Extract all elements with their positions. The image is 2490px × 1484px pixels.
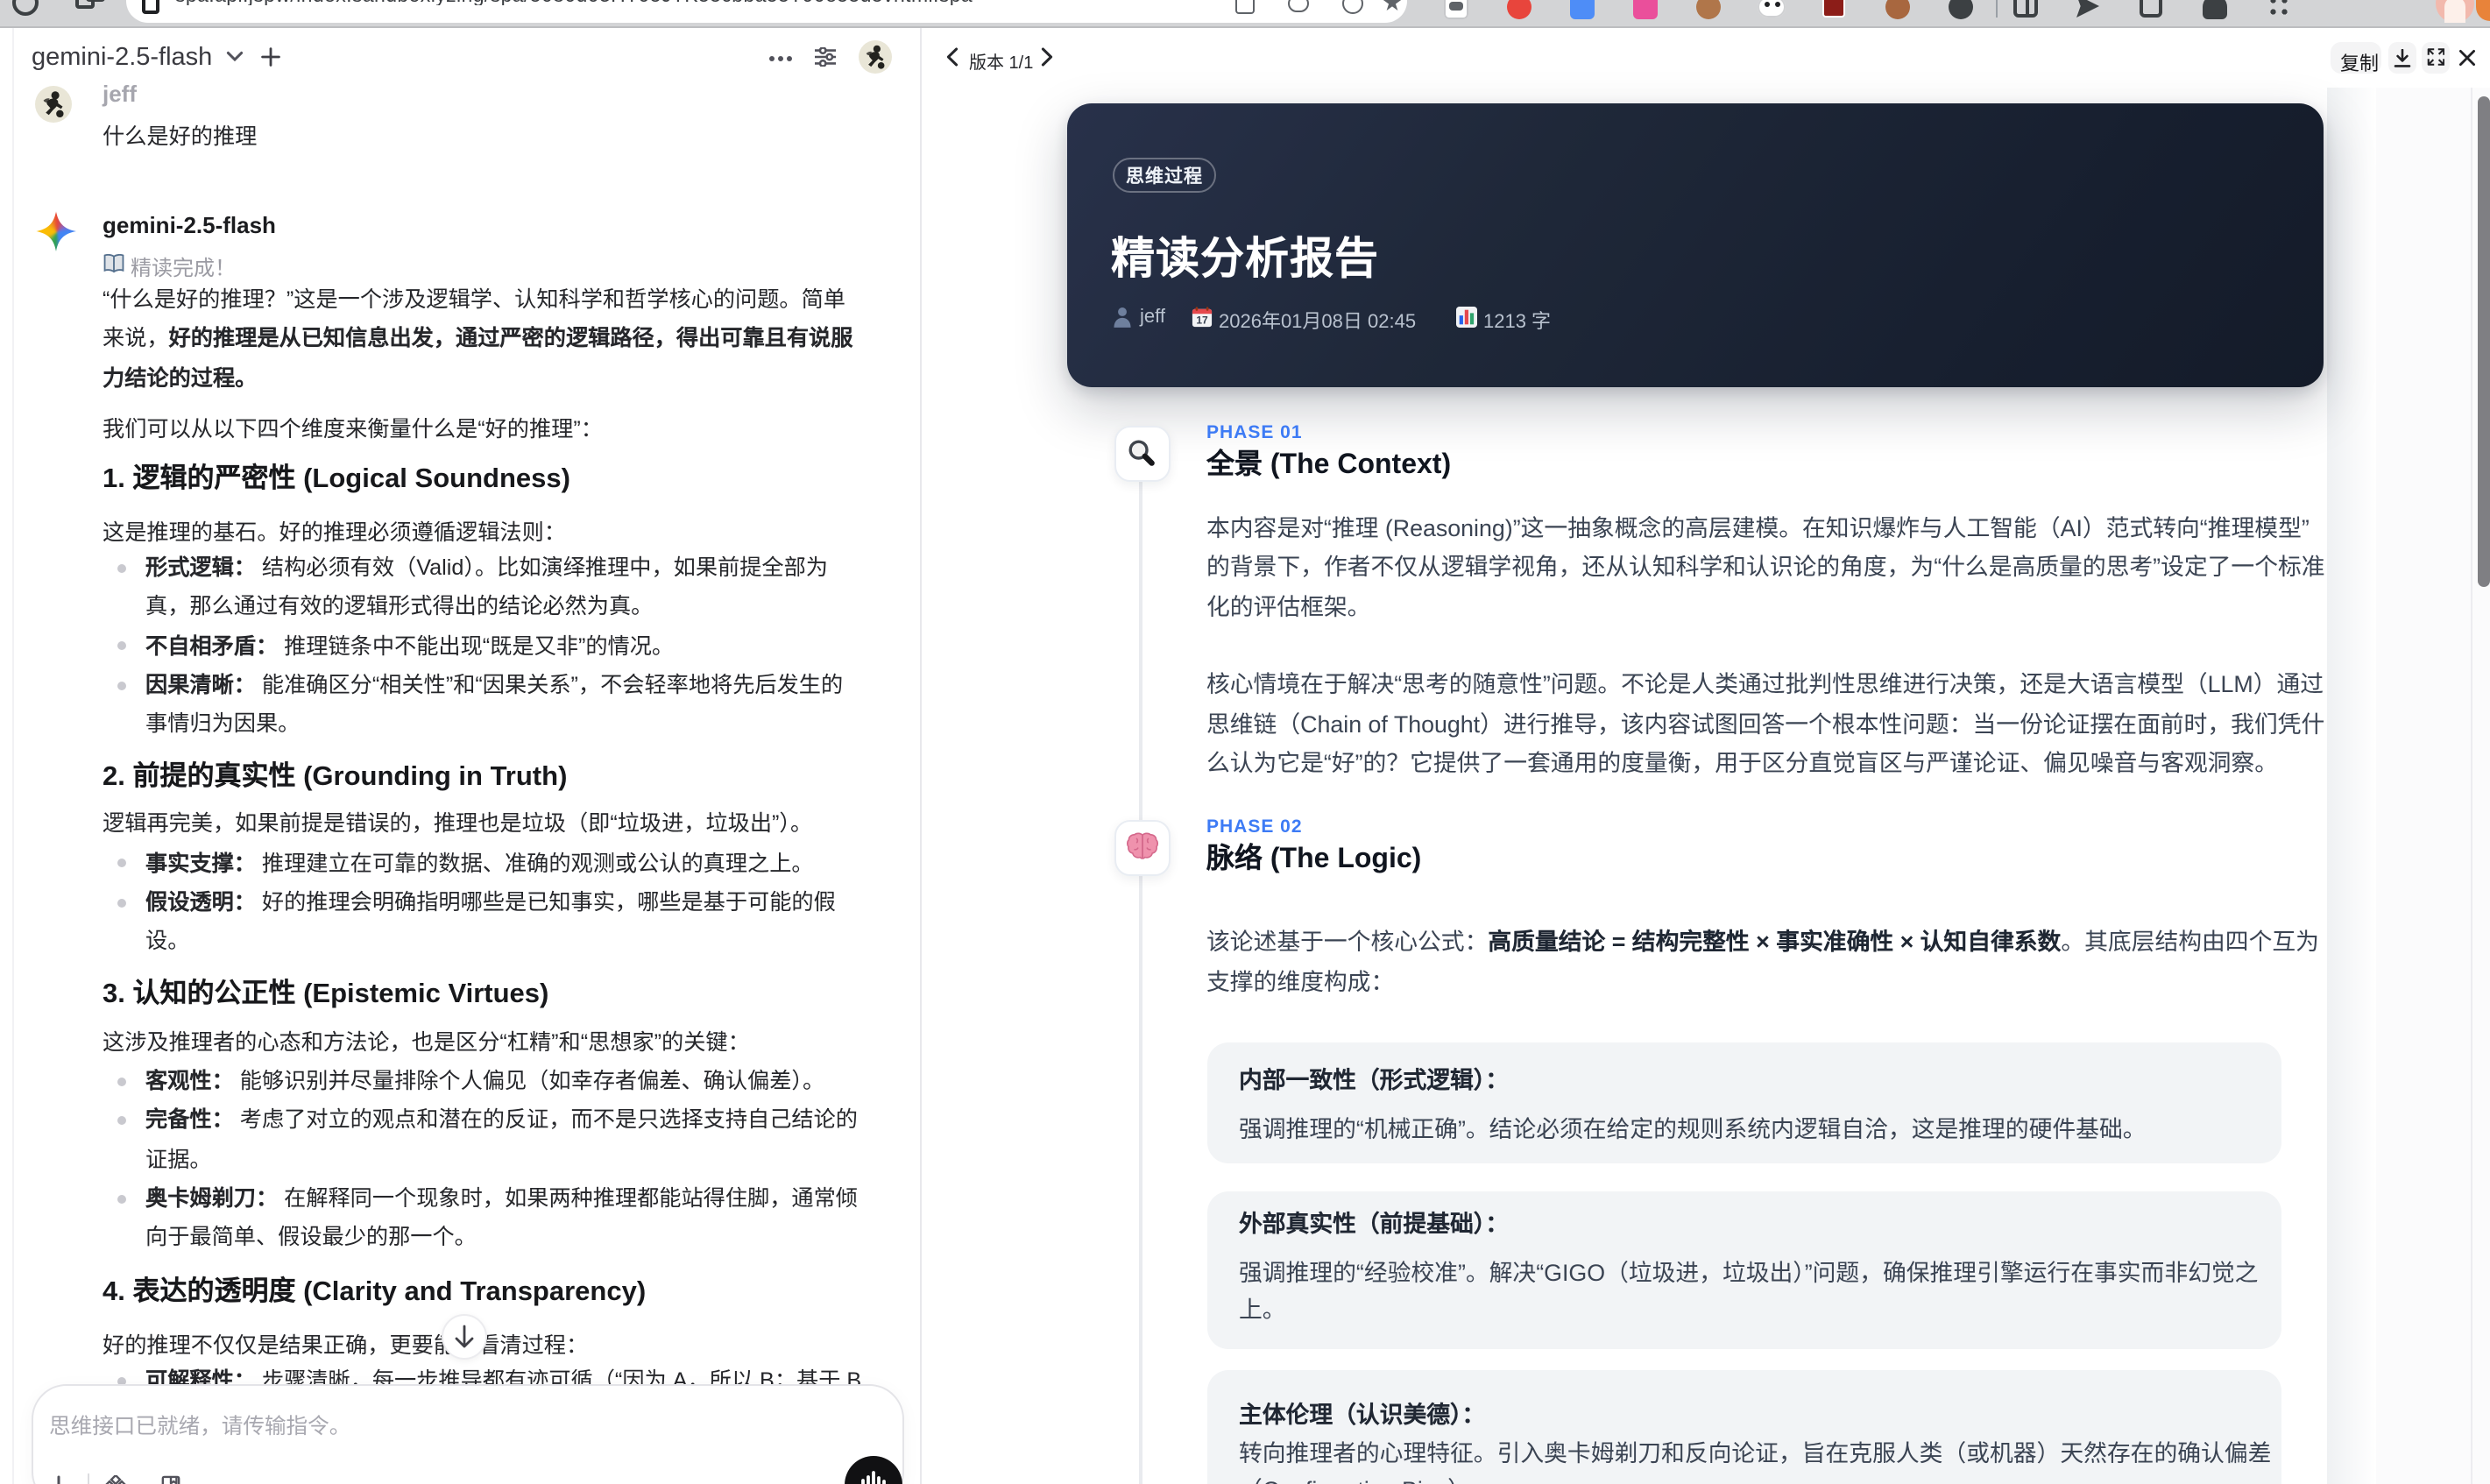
svg-text:17: 17 [1195,314,1207,327]
